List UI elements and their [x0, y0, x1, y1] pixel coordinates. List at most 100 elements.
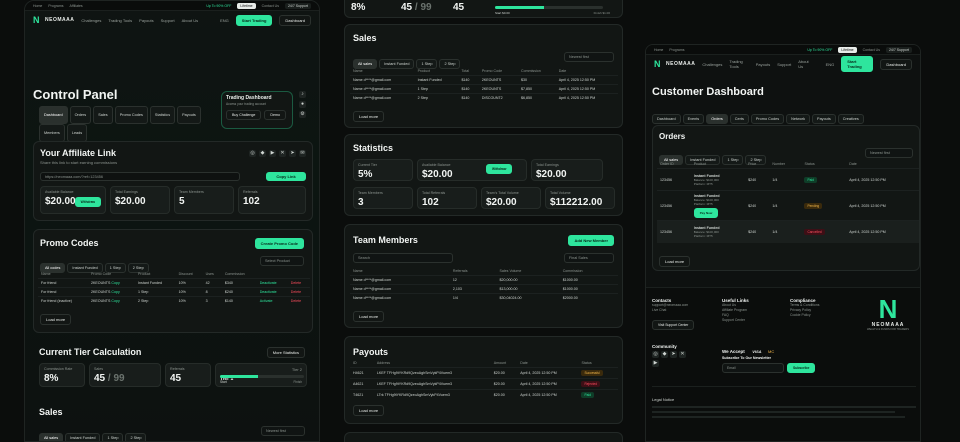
tab-payouts[interactable]: Payouts — [812, 114, 836, 124]
pay-now-button[interactable]: Pay Now — [693, 207, 719, 218]
tab-events[interactable]: Events — [682, 114, 705, 124]
nav-support[interactable]: Support — [161, 18, 175, 23]
instagram-icon[interactable]: ◎ — [249, 150, 256, 157]
add-member-button[interactable]: Add New Member — [568, 235, 614, 246]
load-more-button[interactable]: Load more — [353, 111, 385, 122]
start-trading-button[interactable]: Start Trading — [235, 14, 273, 26]
youtube-icon[interactable]: ▶ — [652, 360, 659, 367]
tab-members[interactable]: Members — [39, 124, 65, 142]
sort-select[interactable]: Newest first — [261, 426, 305, 436]
topbar-link-programs[interactable]: Programs — [48, 4, 63, 8]
tab-dashboard[interactable]: Dashboard — [652, 114, 681, 124]
subscribe-button[interactable]: Subscribe — [787, 363, 816, 373]
deactivate-link[interactable]: Deactivate — [256, 287, 288, 297]
nav-trading-tools[interactable]: Trading Tools — [108, 18, 132, 23]
discord-icon[interactable]: ◆ — [259, 150, 266, 157]
tab-dashboard[interactable]: Dashboard — [39, 106, 68, 124]
user-icon[interactable]: ● — [299, 101, 306, 108]
load-more-button[interactable]: Load more — [353, 311, 385, 322]
nav-payouts[interactable]: Payouts — [756, 62, 770, 67]
start-trading-button[interactable]: Start Trading — [841, 56, 874, 72]
more-statistics-button[interactable]: More Statistics — [266, 347, 305, 358]
tab-leads[interactable]: Leads — [66, 124, 88, 142]
product-select[interactable]: Select Product — [260, 256, 304, 266]
delete-link[interactable]: Delete — [287, 287, 310, 297]
tab-certs[interactable]: Certs — [729, 114, 749, 124]
topbar-link-home[interactable]: Home — [654, 48, 663, 52]
delete-link[interactable]: Delete — [287, 296, 310, 305]
buy-challenge-button[interactable]: Buy Challenge — [226, 110, 262, 120]
tab-orders[interactable]: Orders — [69, 106, 92, 124]
support-chip[interactable]: 24/7 Support — [284, 2, 311, 9]
nav-trading-tools[interactable]: Trading Tools — [729, 59, 748, 69]
copy-code-link[interactable]: Copy — [111, 281, 119, 285]
stat-total-earnings: Total Earnings $20.00 — [531, 159, 603, 181]
withdraw-button[interactable]: Withdraw — [486, 164, 513, 174]
nav-payouts[interactable]: Payouts — [139, 18, 153, 23]
contact-link[interactable]: Contact Us — [863, 48, 880, 52]
dashboard-button[interactable]: Dashboard — [279, 14, 311, 26]
dashboard-button[interactable]: Dashboard — [880, 58, 912, 70]
nav-challenges[interactable]: Challenges — [81, 18, 101, 23]
sort-select[interactable]: Newest first — [865, 148, 913, 158]
topbar-link-programs[interactable]: Programs — [669, 48, 684, 52]
filter-all-sales[interactable]: All sales — [39, 433, 64, 441]
load-more-button[interactable]: Load more — [659, 256, 691, 267]
footer-link[interactable]: Cookie Policy — [790, 313, 819, 318]
activate-link[interactable]: Activate — [256, 296, 288, 305]
tab-payouts[interactable]: Payouts — [177, 106, 201, 124]
settings-icon[interactable]: ⚙ — [299, 111, 306, 118]
support-chip[interactable]: 24/7 Support — [885, 46, 912, 53]
copy-link-button[interactable]: Copy Link — [266, 172, 306, 181]
brand-logo[interactable]: N NEOMAAA — [33, 15, 74, 25]
create-promo-button[interactable]: Create Promo Code — [254, 238, 304, 249]
contact-chat[interactable]: Live Chat — [652, 308, 694, 313]
language-select[interactable]: ENG — [826, 62, 835, 67]
topbar-link-affiliates[interactable]: Affiliates — [70, 4, 83, 8]
tab-creatives[interactable]: Creatives — [837, 114, 864, 124]
newsletter-email-input[interactable]: Email — [722, 363, 784, 373]
contact-link[interactable]: Contact Us — [262, 4, 279, 8]
telegram-icon[interactable]: ➤ — [289, 150, 296, 157]
copy-code-link[interactable]: Copy — [111, 290, 119, 294]
delete-link[interactable]: Delete — [287, 278, 310, 288]
nav-about[interactable]: About Us — [182, 18, 198, 23]
nav-challenges[interactable]: Challenges — [702, 62, 722, 67]
affiliate-link-field[interactable]: https://neomaaa.com/?ref=123456 — [40, 172, 240, 181]
bell-icon[interactable]: ♪ — [299, 91, 306, 98]
discord-icon[interactable]: ◆ — [661, 351, 668, 358]
topbar-link-home[interactable]: Home — [33, 4, 42, 8]
support-center-button[interactable]: Visit Support Center — [652, 320, 695, 330]
tab-network[interactable]: Network — [786, 114, 811, 124]
member-sort-select[interactable]: Final Sales — [564, 253, 614, 263]
x-icon[interactable]: ✕ — [679, 351, 686, 358]
demo-button[interactable]: Demo — [264, 110, 286, 120]
withdraw-button[interactable]: Withdraw — [74, 197, 101, 207]
tab-orders[interactable]: Orders — [706, 114, 728, 124]
copy-code-link[interactable]: Copy — [111, 299, 119, 303]
table-row: A4621 LKEF TFHg9tYKRd9QzeoAghSmVykP4Vuem3… — [350, 378, 618, 390]
footer-link[interactable]: Support Center — [722, 318, 749, 323]
tab-statistics[interactable]: Statistics — [149, 106, 176, 124]
brand-logo[interactable]: N NEOMAAA — [654, 59, 695, 69]
instagram-icon[interactable]: ◎ — [652, 351, 659, 358]
x-icon[interactable]: ✕ — [279, 150, 286, 157]
control-panel-frame: Home Programs Affiliates Up To 90% OFF L… — [24, 0, 320, 442]
language-select[interactable]: ENG — [220, 18, 229, 23]
telegram-icon[interactable]: ➤ — [670, 351, 677, 358]
sort-select[interactable]: Newest first — [564, 52, 614, 62]
load-more-button[interactable]: Load more — [40, 314, 72, 325]
tab-promo-codes[interactable]: Promo Codes — [114, 106, 148, 124]
youtube-icon[interactable]: ▶ — [269, 150, 276, 157]
load-more-button[interactable]: Load more — [353, 405, 385, 416]
email-icon[interactable]: ✉ — [299, 150, 306, 157]
filter-instant[interactable]: Instant Funded — [65, 433, 101, 441]
member-search-input[interactable]: Search — [353, 253, 453, 263]
filter-2step[interactable]: 2 Step — [125, 433, 147, 441]
tab-sales[interactable]: Sales — [93, 106, 113, 124]
tab-promo-codes[interactable]: Promo Codes — [750, 114, 785, 124]
nav-about[interactable]: About Us — [798, 59, 811, 69]
filter-1step[interactable]: 1 Step — [102, 433, 124, 441]
deactivate-link[interactable]: Deactivate — [256, 278, 288, 288]
nav-support[interactable]: Support — [777, 62, 791, 67]
